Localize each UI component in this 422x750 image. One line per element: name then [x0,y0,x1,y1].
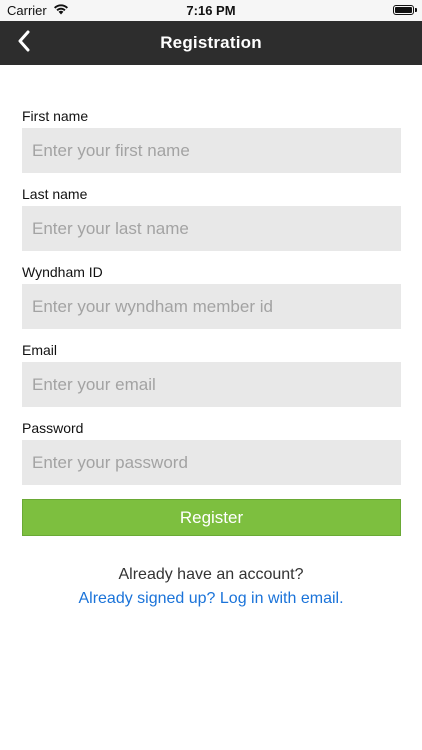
email-label: Email [22,342,58,358]
status-bar: Carrier 7:16 PM [0,0,422,21]
registration-screen: Carrier 7:16 PM Registration First name … [0,0,422,750]
wyndham-id-input[interactable] [22,284,401,329]
battery-level [395,7,412,13]
password-input[interactable] [22,440,401,485]
status-time: 7:16 PM [186,3,236,18]
last-name-label: Last name [22,186,88,202]
email-input[interactable] [22,362,401,407]
battery-icon [393,5,414,15]
last-name-input[interactable] [22,206,401,251]
register-button[interactable]: Register [22,499,401,536]
password-label: Password [22,420,84,436]
battery-tip [415,8,417,12]
registration-form: First name Last name Wyndham ID Email Pa… [22,106,401,496]
first-name-input[interactable] [22,128,401,173]
first-name-label: First name [22,108,89,124]
wyndham-id-label: Wyndham ID [22,264,103,280]
login-link[interactable]: Already signed up? Log in with email. [0,590,422,608]
account-prompt: Already have an account? [118,566,304,583]
nav-bar: Registration [0,21,422,65]
page-title: Registration [160,33,262,52]
